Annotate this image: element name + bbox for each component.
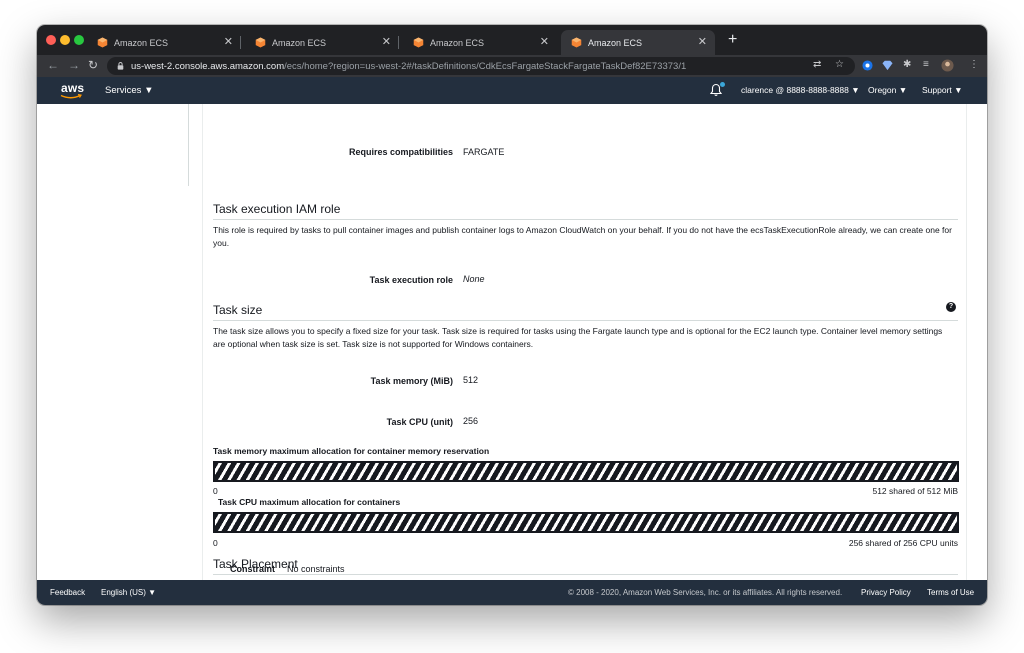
task-memory-label: Task memory (MiB) — [370, 376, 453, 386]
task-size-description: The task size allows you to specify a fi… — [213, 326, 943, 349]
panel-border — [202, 104, 203, 580]
browser-toolbar: ← → ↻ us-west-2.console.aws.amazon.com/e… — [37, 55, 987, 77]
help-icon[interactable]: ? — [946, 302, 956, 312]
browser-tab[interactable]: Amazon ECS ✕ — [245, 30, 399, 55]
ecs-favicon-icon — [413, 37, 424, 48]
close-tab-icon[interactable]: ✕ — [698, 35, 707, 48]
browser-tab-active[interactable]: Amazon ECS ✕ — [561, 30, 715, 55]
ecs-favicon-icon — [97, 37, 108, 48]
sidebar-divider — [188, 104, 189, 186]
browser-tab[interactable]: Amazon ECS ✕ — [403, 30, 557, 55]
new-tab-button[interactable]: + — [728, 31, 737, 49]
cpu-allocation-max: 256 shared of 256 CPU units — [848, 538, 958, 548]
tab-title: Amazon ECS — [272, 37, 327, 48]
cpu-allocation-bar — [213, 512, 959, 533]
task-size-section-title: Task size — [213, 303, 263, 317]
task-cpu-label: Task CPU (unit) — [386, 417, 453, 427]
iam-role-section-title: Task execution IAM role — [213, 202, 341, 216]
memory-allocation-title: Task memory maximum allocation for conta… — [213, 446, 490, 456]
profile-avatar[interactable] — [941, 59, 954, 72]
requires-compatibilities-label: Requires compatibilities — [348, 147, 453, 157]
media-control-icon[interactable]: ≡ — [923, 59, 929, 70]
minimize-window-button[interactable] — [60, 35, 70, 45]
notification-dot — [720, 82, 725, 87]
cpu-allocation-min: 0 — [213, 538, 218, 548]
close-tab-icon[interactable]: ✕ — [540, 35, 549, 48]
section-divider — [213, 574, 958, 575]
aws-console-nav: aws Services ▼ clarence @ 8888-8888-8888… — [37, 77, 987, 104]
bookmark-star-icon[interactable]: ☆ — [835, 59, 844, 70]
requires-compatibilities-value: FARGATE — [463, 147, 505, 157]
back-icon[interactable]: ← — [47, 58, 59, 72]
forward-icon[interactable]: → — [68, 58, 80, 72]
memory-allocation-min: 0 — [213, 486, 218, 496]
task-cpu-value: 256 — [463, 416, 479, 426]
task-memory-value: 512 — [463, 375, 479, 385]
tab-strip: Amazon ECS ✕ Amazon ECS ✕ Amazon ECS ✕ A… — [37, 25, 987, 55]
extensions-icon[interactable]: ✱ — [903, 59, 911, 70]
reload-icon[interactable]: ↻ — [88, 58, 98, 72]
browser-menu-icon[interactable]: ⋮ — [969, 59, 979, 70]
task-execution-role-label: Task execution role — [369, 275, 453, 285]
tab-title: Amazon ECS — [430, 37, 485, 48]
iam-role-description: This role is required by tasks to pull c… — [213, 225, 952, 248]
section-divider — [213, 320, 958, 321]
task-execution-role-value: None — [463, 274, 485, 284]
console-footer: Feedback English (US) ▼ © 2008 - 2020, A… — [37, 580, 987, 605]
panel-border — [966, 104, 967, 580]
maximize-window-button[interactable] — [74, 35, 84, 45]
lock-icon — [117, 62, 124, 70]
page-scrollbar[interactable] — [972, 104, 987, 580]
memory-allocation-bar — [213, 461, 959, 482]
tab-title: Amazon ECS — [588, 37, 643, 48]
aws-logo[interactable]: aws — [61, 81, 84, 95]
close-window-button[interactable] — [46, 35, 56, 45]
feedback-link[interactable]: Feedback — [50, 588, 85, 597]
vpn-extension-icon[interactable] — [882, 60, 893, 71]
constraint-label: Constraint — [230, 564, 275, 574]
close-tab-icon[interactable]: ✕ — [382, 35, 391, 48]
terms-of-use-link[interactable]: Terms of Use — [927, 588, 974, 597]
address-bar[interactable]: us-west-2.console.aws.amazon.com/ecs/hom… — [107, 57, 855, 75]
tab-title: Amazon ECS — [114, 37, 169, 48]
privacy-policy-link[interactable]: Privacy Policy — [861, 588, 911, 597]
translate-icon[interactable]: ⇄ — [813, 59, 821, 70]
constraint-value: No constraints — [287, 564, 345, 574]
region-menu[interactable]: Oregon ▼ — [868, 85, 907, 95]
close-tab-icon[interactable]: ✕ — [224, 35, 233, 48]
memory-allocation-max: 512 shared of 512 MiB — [872, 486, 958, 496]
url-path: /ecs/home?region=us-west-2#/taskDefiniti… — [284, 60, 687, 72]
section-divider — [213, 219, 958, 220]
ecs-favicon-icon — [255, 37, 266, 48]
url-host: us-west-2.console.aws.amazon.com — [131, 60, 285, 72]
support-menu[interactable]: Support ▼ — [922, 85, 963, 95]
copyright-text: © 2008 - 2020, Amazon Web Services, Inc.… — [568, 588, 843, 597]
language-selector[interactable]: English (US) ▼ — [101, 588, 156, 597]
cpu-allocation-title: Task CPU maximum allocation for containe… — [218, 497, 401, 507]
task-definition-details: Requires compatibilities FARGATE Task ex… — [37, 104, 987, 580]
browser-tab[interactable]: Amazon ECS ✕ — [87, 30, 241, 55]
services-menu[interactable]: Services ▼ — [105, 85, 153, 96]
ecs-favicon-icon — [571, 37, 582, 48]
aws-smile-logo-icon — [60, 94, 82, 99]
password-manager-icon[interactable] — [862, 60, 873, 71]
browser-window: Amazon ECS ✕ Amazon ECS ✕ Amazon ECS ✕ A… — [37, 25, 987, 605]
account-menu[interactable]: clarence @ 8888-8888-8888 ▼ — [741, 85, 860, 95]
